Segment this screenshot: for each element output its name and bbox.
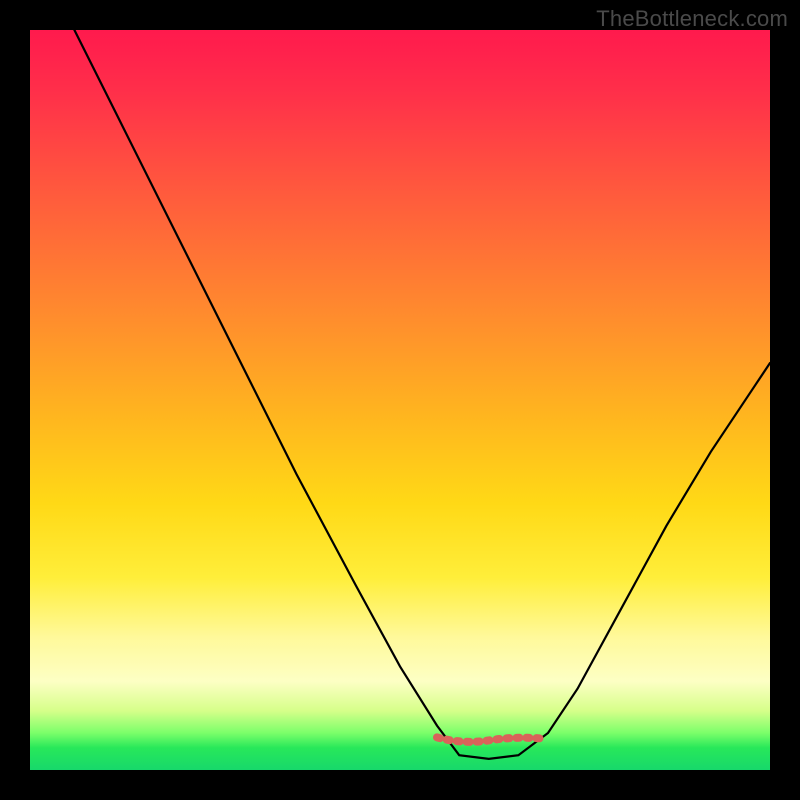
chart-frame: TheBottleneck.com <box>0 0 800 800</box>
brand-watermark: TheBottleneck.com <box>596 6 788 32</box>
min-band-marker <box>437 737 541 741</box>
curve-path <box>74 30 770 759</box>
chart-svg <box>30 30 770 770</box>
plot-area <box>30 30 770 770</box>
